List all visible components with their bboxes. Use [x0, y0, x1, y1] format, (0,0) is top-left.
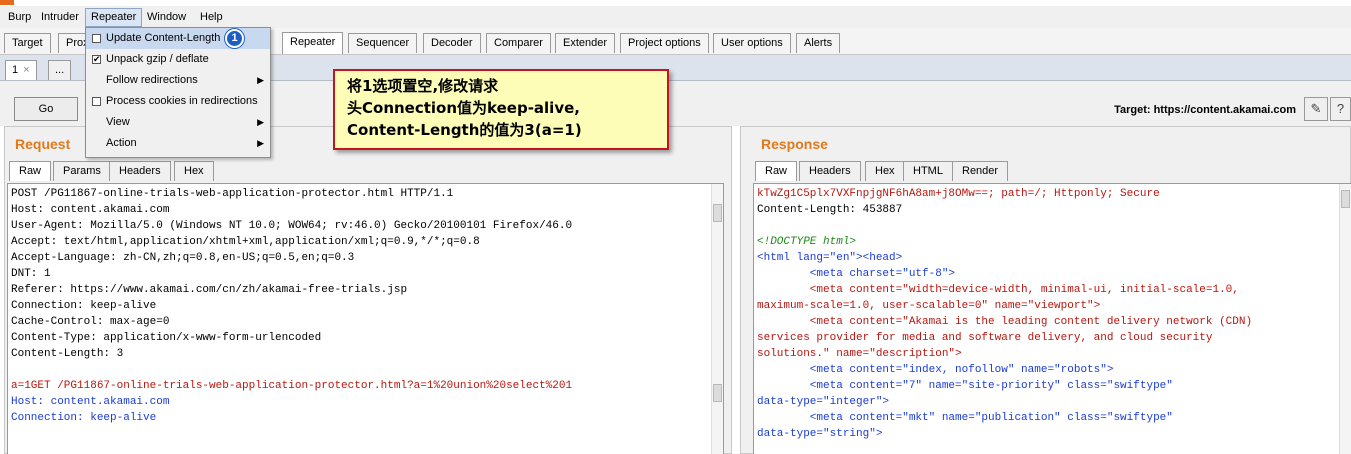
response-line: <meta charset="utf-8"> — [757, 268, 956, 280]
step-number-badge: 1 — [225, 29, 244, 48]
request-line: Cache-Control: max-age=0 — [11, 316, 170, 328]
checkbox-icon[interactable] — [92, 34, 101, 43]
response-line: kTwZg1C5plx7VXFnpjgNF6hA8am+j8OMw==; pat… — [757, 188, 1160, 200]
tab-project-options[interactable]: Project options — [620, 33, 709, 53]
request-body-line: a=1GET /PG11867-online-trials-web-applic… — [11, 380, 573, 392]
callout-line: 头Connection值为keep-alive, — [347, 99, 580, 117]
submenu-arrow-icon: ▶ — [257, 138, 264, 148]
response-tab-raw[interactable]: Raw — [755, 161, 798, 181]
tab-target[interactable]: Target — [4, 33, 51, 53]
annotation-callout: 将1选项置空,修改请求 头Connection值为keep-alive, Con… — [333, 69, 669, 150]
menu-bar: Burp Intruder Repeater Window Help — [0, 6, 1351, 28]
response-line — [754, 218, 1351, 234]
tab-alerts[interactable]: Alerts — [796, 33, 841, 53]
response-line: <meta content="mkt" name="publication" c… — [757, 412, 1173, 424]
menu-view[interactable]: View ▶ — [86, 112, 270, 133]
response-line: Content-Length: 453887 — [757, 204, 903, 216]
menu-help[interactable]: Help — [195, 9, 228, 26]
checkbox-checked-icon[interactable]: ✔ — [92, 55, 101, 64]
menu-process-cookies[interactable]: Process cookies in redirections — [86, 91, 270, 112]
response-editor[interactable]: kTwZg1C5plx7VXFnpjgNF6hA8am+j8OMw==; pat… — [753, 183, 1351, 454]
submenu-arrow-icon: ▶ — [257, 117, 264, 127]
repeater-tab-1[interactable]: 1 × — [5, 60, 37, 80]
scroll-thumb[interactable] — [713, 204, 722, 222]
menu-item-label: Follow redirections — [106, 74, 198, 86]
response-line: <meta content="index, nofollow" name="ro… — [757, 364, 1114, 376]
menu-burp[interactable]: Burp — [3, 9, 36, 26]
request-editor[interactable]: POST /PG11867-online-trials-web-applicat… — [7, 183, 724, 454]
request-tab-params[interactable]: Params — [53, 161, 111, 181]
menu-action[interactable]: Action ▶ — [86, 133, 270, 154]
menu-intruder[interactable]: Intruder — [36, 9, 84, 26]
request-body-line: Connection: keep-alive — [11, 412, 157, 424]
tab-extender[interactable]: Extender — [555, 33, 616, 53]
menu-follow-redirections[interactable]: Follow redirections ▶ — [86, 70, 270, 91]
callout-line: 将1选项置空,修改请求 — [347, 77, 499, 95]
response-line: data-type="string"> — [757, 428, 883, 440]
tab-user-options[interactable]: User options — [713, 33, 791, 53]
request-line: Content-Length: 3 — [11, 348, 124, 360]
menu-item-label: Unpack gzip / deflate — [106, 53, 209, 65]
menu-item-label: Update Content-Length — [106, 32, 221, 44]
request-line: Accept: text/html,application/xhtml+xml,… — [11, 236, 480, 248]
callout-line: Content-Length的值为3(a=1) — [347, 121, 582, 139]
menu-repeater[interactable]: Repeater — [85, 8, 143, 27]
request-title: Request — [15, 136, 71, 152]
request-line — [8, 362, 723, 378]
repeater-menu-dropdown: Update Content-Length ✔ Unpack gzip / de… — [85, 27, 271, 158]
tab-repeater[interactable]: Repeater — [282, 32, 344, 54]
response-line: solutions." name="description"> — [757, 348, 962, 360]
response-tab-hex[interactable]: Hex — [865, 161, 905, 181]
response-line: services provider for media and software… — [757, 332, 1213, 344]
response-line: <html lang="en"><head> — [757, 252, 903, 264]
edit-target-icon[interactable]: ✎ — [1304, 97, 1328, 121]
request-panel: Request Raw Params Headers Hex POST /PG1… — [4, 126, 732, 454]
go-button[interactable]: Go — [14, 97, 78, 121]
response-line: data-type="integer"> — [757, 396, 890, 408]
request-line: Host: content.akamai.com — [11, 204, 170, 216]
help-icon[interactable]: ? — [1330, 97, 1351, 121]
response-scrollbar[interactable] — [1339, 184, 1351, 454]
request-tab-hex[interactable]: Hex — [174, 161, 214, 181]
request-line: Content-Type: application/x-www-form-url… — [11, 332, 322, 344]
tab-decoder[interactable]: Decoder — [423, 33, 481, 53]
menu-unpack-gzip[interactable]: ✔ Unpack gzip / deflate — [86, 49, 270, 70]
scroll-thumb[interactable] — [1341, 190, 1350, 208]
request-line: Referer: https://www.akamai.com/cn/zh/ak… — [11, 284, 408, 296]
request-tab-raw[interactable]: Raw — [9, 161, 52, 181]
response-line: <meta content="Akamai is the leading con… — [757, 316, 1253, 328]
repeater-tab-new[interactable]: ... — [48, 60, 72, 80]
response-panel: Response Raw Headers Hex HTML Render kTw… — [740, 126, 1351, 454]
request-line: User-Agent: Mozilla/5.0 (Windows NT 10.0… — [11, 220, 573, 232]
tab-comparer[interactable]: Comparer — [486, 33, 551, 53]
request-tab-headers[interactable]: Headers — [109, 161, 171, 181]
submenu-arrow-icon: ▶ — [257, 75, 264, 85]
response-tab-render[interactable]: Render — [952, 161, 1009, 181]
request-line: Connection: keep-alive — [11, 300, 157, 312]
menu-item-label: View — [106, 116, 130, 128]
scroll-thumb[interactable] — [713, 384, 722, 402]
menu-item-label: Action — [106, 137, 137, 149]
close-icon[interactable]: × — [23, 64, 29, 76]
menu-item-label: Process cookies in redirections — [106, 95, 258, 107]
response-tab-html[interactable]: HTML — [903, 161, 953, 181]
burp-logo-icon — [0, 0, 14, 5]
response-line: maximum-scale=1.0, user-scalable=0" name… — [757, 300, 1101, 312]
request-scrollbar[interactable] — [711, 184, 723, 454]
request-body-line: Host: content.akamai.com — [11, 396, 170, 408]
repeater-tab-label: 1 — [12, 64, 19, 76]
response-tab-headers[interactable]: Headers — [799, 161, 861, 181]
response-title: Response — [761, 136, 828, 152]
target-label: Target: https://content.akamai.com — [1114, 104, 1296, 116]
response-line: <meta content="width=device-width, minim… — [757, 284, 1239, 296]
request-line: POST /PG11867-online-trials-web-applicat… — [11, 188, 454, 200]
response-line: <meta content="7" name="site-priority" c… — [757, 380, 1173, 392]
menu-window[interactable]: Window — [142, 9, 191, 26]
request-line: Accept-Language: zh-CN,zh;q=0.8,en-US;q=… — [11, 252, 355, 264]
request-line: DNT: 1 — [11, 268, 51, 280]
response-line: <!DOCTYPE html> — [757, 236, 857, 248]
tab-sequencer[interactable]: Sequencer — [348, 33, 418, 53]
checkbox-icon[interactable] — [92, 97, 101, 106]
